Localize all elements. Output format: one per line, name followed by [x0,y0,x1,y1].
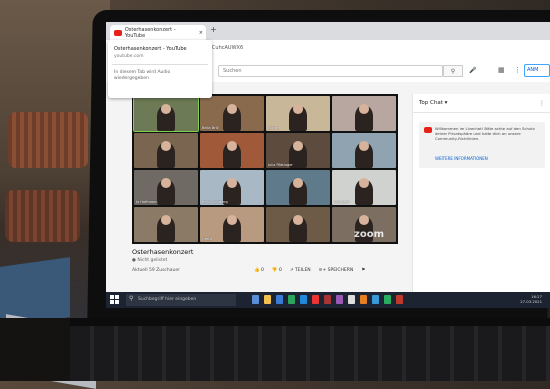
video-player[interactable]: Bella Brill Ebrite Julia Pöstinger Jo Hoffm… [132,94,398,244]
share-button[interactable]: ↗ TEILEN [290,268,311,273]
taskbar-app-icon[interactable] [336,295,343,304]
zoom-participant-tile: Julia Pöstinger [266,133,330,168]
zoom-participant-tile [266,207,330,242]
flag-icon[interactable]: ⚑ [361,268,365,273]
taskbar-app-icon[interactable] [252,295,259,304]
windows-start-icon[interactable] [110,295,119,304]
live-chat-panel: Top Chat ▾ ⋮ Willkommen im Livechat! Bit… [412,94,550,304]
zoom-logo: zoom [354,229,384,240]
taskbar-app-icon[interactable] [396,295,403,304]
participant-name: Greta [202,237,212,241]
tab-title: Osterhasenkonzert - YouTube [124,26,176,39]
browser-tab[interactable]: Osterhasenkonzert - YouTube × [110,25,206,40]
taskbar-app-icon[interactable] [264,295,271,304]
participant-name: Ebrite [268,126,279,130]
clock-date: 27.03.2021 [520,299,542,304]
participant-name: Lias Leni [334,200,350,204]
wicker-basket [8,112,88,168]
new-tab-button[interactable]: + [210,25,217,34]
hover-card-title: Osterhasenkonzert - YouTube [114,46,187,52]
chat-welcome-message: Willkommen im Livechat! Bitte achte auf … [435,126,535,141]
zoom-participant-tile [332,96,396,131]
hover-card-audio-note: In diesem Tab wird Audio wiedergegeben [114,70,171,81]
zoom-participant-tile: Bella Goldberg [200,170,264,205]
taskbar-app-icon[interactable] [348,295,355,304]
windows-taskbar: Suchbegriff hier eingeben ⚲ 16:27 27.03.… [106,292,550,308]
taskbar-app-icon[interactable] [360,295,367,304]
video-actions: 👍 0 👎 0 ↗ TEILEN ≡+ SPEICHERN ⚑ [254,268,365,273]
viewer-count: Aktuell 59 Zuschauer [132,268,180,273]
laptop-screen: Osterhasenkonzert - YouTube × + 3cCuhcAU… [106,22,550,308]
participant-name: Julia Pöstinger [268,163,293,167]
taskbar-app-icon[interactable] [324,295,331,304]
browser-tab-bar: Osterhasenkonzert - YouTube × + [106,22,550,40]
sign-in-button[interactable]: ANM [524,64,550,77]
chat-more-icon[interactable]: ⋮ [539,100,545,107]
hover-card-domain: youtube.com [114,54,144,59]
zoom-participant-tile [134,207,198,242]
participant-name: Bella Brill [202,126,219,130]
wicker-basket-lower [5,190,80,242]
zoom-participant-tile [133,95,199,132]
taskbar-app-icon[interactable] [312,295,319,304]
apps-grid-icon[interactable]: ▦ [498,66,505,74]
youtube-logo-icon [424,127,432,133]
zoom-participant-tile [266,170,330,205]
search-icon: ⚲ [129,295,134,302]
zoom-participant-tile: Ebrite [266,96,330,131]
youtube-favicon-icon [114,29,122,36]
search-input[interactable]: Suchen [218,65,443,77]
zoom-participant-tile: Bella Brill [200,96,264,131]
taskbar-search-input[interactable]: Suchbegriff hier eingeben [126,294,236,306]
laptop-keyboard [70,318,550,381]
hover-card-divider [112,64,208,65]
taskbar-app-icons [252,295,403,304]
taskbar-app-icon[interactable] [276,295,283,304]
zoom-participant-tile: Jo Hoffmann [134,170,198,205]
zoom-participant-tile: Greta [200,207,264,242]
microphone-icon[interactable]: 🎤 [469,67,476,74]
visibility-label: ● Nicht gelistet [132,258,168,263]
chat-more-info-link[interactable]: WEITERE INFORMATIONEN [435,156,488,161]
more-icon[interactable]: ⋮ [514,66,521,74]
tab-close-icon[interactable]: × [199,30,203,36]
search-icon[interactable]: ⚲ [443,65,463,77]
chat-header[interactable]: Top Chat ▾ [419,100,447,106]
video-title: Osterhasenkonzert [132,248,194,256]
taskbar-clock[interactable]: 16:27 27.03.2021 [520,294,542,304]
participant-name: Bella Goldberg [202,200,228,204]
zoom-participant-tile [200,133,264,168]
save-button[interactable]: ≡+ SPEICHERN [319,268,354,273]
taskbar-app-icon[interactable] [384,295,391,304]
participant-name: Jo Hoffmann [136,200,158,204]
like-button[interactable]: 👍 0 [254,268,264,273]
taskbar-app-icon[interactable] [288,295,295,304]
zoom-participant-tile [332,133,396,168]
chat-divider [413,112,550,113]
zoom-participant-tile [134,133,198,168]
taskbar-app-icon[interactable] [372,295,379,304]
zoom-gallery-grid: Bella Brill Ebrite Julia Pöstinger Jo Hoffm… [133,95,396,242]
dislike-button[interactable]: 👎 0 [272,268,282,273]
chat-welcome-card: Willkommen im Livechat! Bitte achte auf … [419,122,545,168]
taskbar-app-icon[interactable] [300,295,307,304]
tab-hover-card: Osterhasenkonzert - YouTube youtube.com … [108,40,212,98]
zoom-participant-tile: Lias Leni [332,170,396,205]
